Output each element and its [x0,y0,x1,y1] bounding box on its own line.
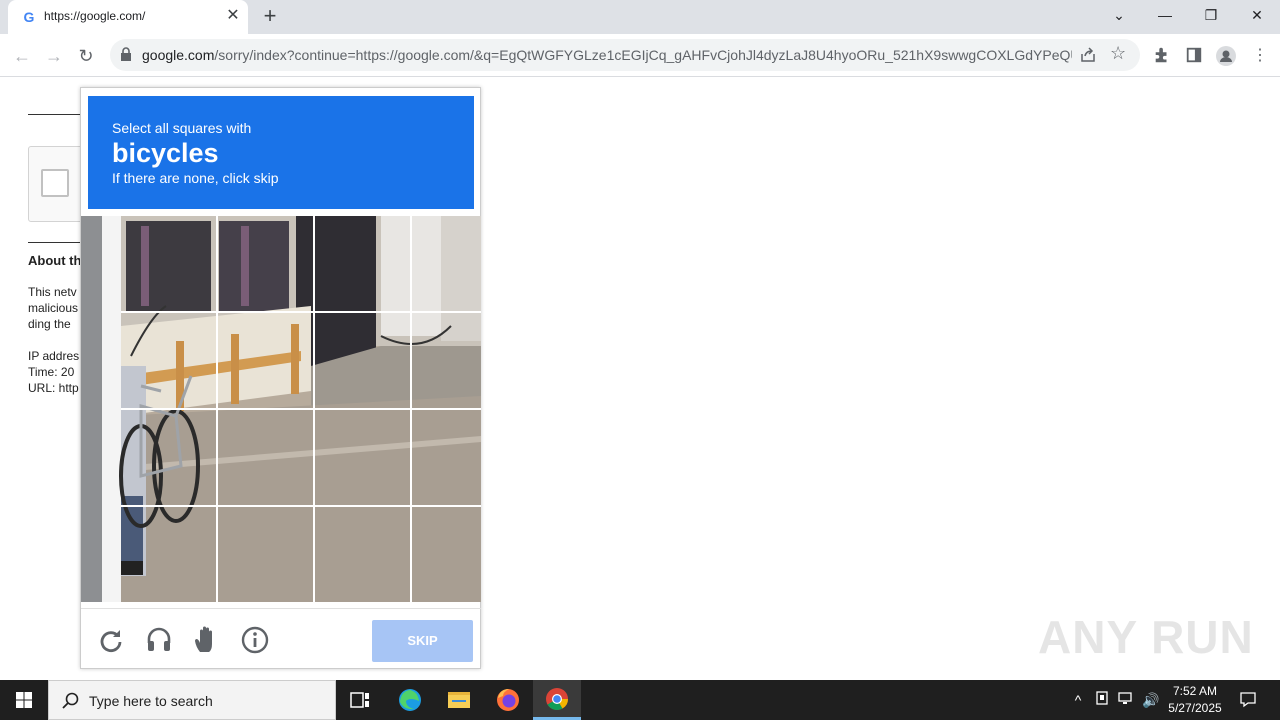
recaptcha-challenge: Select all squares with bicycles If ther… [80,87,481,669]
image-tile-1[interactable] [121,216,218,313]
challenge-header: Select all squares with bicycles If ther… [88,96,474,209]
restore-button[interactable]: ❐ [1188,0,1234,34]
task-view-button[interactable] [336,680,384,720]
image-tile-6[interactable] [218,313,315,410]
about-heading: About th [28,253,82,268]
image-tile-2[interactable] [218,216,315,313]
network-icon[interactable] [1116,690,1138,710]
firefox-icon [497,689,519,711]
back-button[interactable]: ← [8,42,36,70]
info-text: ding the [28,317,71,331]
skip-button[interactable]: SKIP [372,620,473,662]
address-bar[interactable]: google.com/sorry/index?continue=https://… [110,39,1140,71]
image-tile-10[interactable] [218,410,315,507]
divider [28,242,88,243]
folder-icon [448,692,470,708]
url-host: google.com [142,47,215,63]
image-tile-4[interactable] [412,216,481,313]
info-text: malicious [28,301,79,315]
share-icon[interactable] [1078,45,1098,65]
taskbar-clock[interactable]: 7:52 AM 5/27/2025 [1160,683,1230,717]
close-window-button[interactable]: ✕ [1234,0,1280,34]
tab-strip: G https://google.com/ ✕ + ⌄ — ❐ ✕ [0,0,1280,34]
taskbar: Type here to search ^ 🔊 7:52 AM 5/27/202… [0,680,1280,720]
hand-icon[interactable] [191,625,221,655]
browser-toolbar: ← → ↻ google.com/sorry/index?continue=ht… [0,34,1280,77]
tab-close-icon[interactable]: ✕ [224,7,242,25]
forward-button[interactable]: → [40,42,68,70]
image-tile-9[interactable] [121,410,218,507]
tray-device-icon[interactable] [1092,690,1112,710]
browser-menu-icon[interactable]: ⋮ [1250,46,1270,66]
minimize-button[interactable]: — [1142,0,1188,34]
taskbar-app-edge[interactable] [386,680,434,720]
image-tile-15[interactable] [315,507,412,602]
time-text: Time: 20 [28,365,75,379]
taskbar-app-firefox[interactable] [484,680,532,720]
image-tile-12[interactable] [412,410,481,507]
tab-search-chevron-icon[interactable]: ⌄ [1096,0,1142,34]
recaptcha-widget [28,146,88,222]
reload-button[interactable]: ↻ [72,42,100,70]
start-button[interactable] [0,680,48,720]
ip-address-text: IP addres [28,349,80,363]
prompt-hint: If there are none, click skip [112,170,279,186]
taskbar-search-box[interactable]: Type here to search [48,680,336,720]
challenge-image-grid [81,216,481,602]
anyrun-watermark: ANY RUN [1038,611,1254,663]
task-view-icon [350,692,369,708]
url-info-text: URL: http [28,381,79,395]
new-tab-button[interactable]: + [258,5,282,29]
taskbar-app-chrome[interactable] [533,680,581,720]
prompt-text: Select all squares with [112,120,252,136]
divider [28,114,88,115]
image-tile-11[interactable] [315,410,412,507]
reload-icon[interactable] [96,625,126,655]
clock-date: 5/27/2025 [1168,701,1222,715]
profile-avatar-icon[interactable] [1216,46,1236,66]
search-icon [62,692,79,709]
bookmark-star-icon[interactable]: ☆ [1110,43,1126,64]
clock-time: 7:52 AM [1172,684,1218,698]
notifications-icon[interactable] [1236,690,1260,710]
lock-icon [121,47,131,61]
prompt-target: bicycles [112,138,219,168]
extensions-icon[interactable] [1152,46,1172,66]
challenge-footer: SKIP [81,608,481,670]
volume-icon[interactable]: 🔊 [1140,690,1162,710]
info-icon[interactable] [240,625,270,655]
url-path: /sorry/index?continue=https://google.com… [214,47,1072,63]
recaptcha-checkbox[interactable] [41,169,69,197]
tab-title: https://google.com/ [44,9,146,23]
audio-icon[interactable] [144,625,174,655]
image-tile-8[interactable] [412,313,481,410]
image-tile-7[interactable] [315,313,412,410]
search-placeholder: Type here to search [89,693,213,709]
google-favicon-icon: G [23,9,35,25]
taskbar-app-file-explorer[interactable] [435,680,483,720]
windows-logo-icon [16,692,32,708]
info-text: This netv [28,285,77,299]
side-panel-icon[interactable] [1184,46,1204,66]
image-tile-13[interactable] [121,507,218,602]
image-tile-14[interactable] [218,507,315,602]
chrome-icon [546,688,568,710]
image-tile-3[interactable] [315,216,412,313]
url-text: google.com/sorry/index?continue=https://… [142,47,1072,63]
image-tile-16[interactable] [412,507,481,602]
edge-icon [399,689,421,711]
tray-overflow-chevron-icon[interactable]: ^ [1068,690,1088,710]
browser-tab[interactable]: G https://google.com/ ✕ [8,0,248,34]
image-tile-5[interactable] [121,313,218,410]
